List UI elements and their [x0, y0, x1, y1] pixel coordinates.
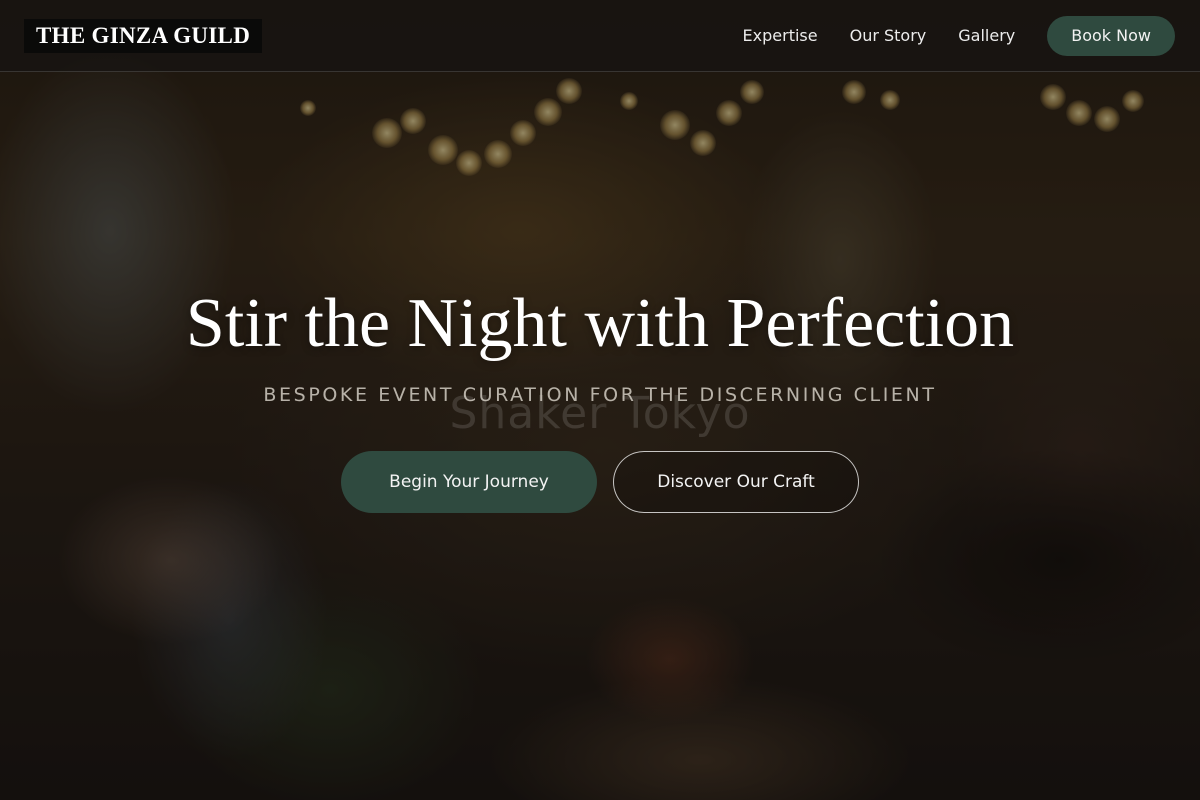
nav-link-gallery[interactable]: Gallery: [958, 16, 1015, 56]
book-now-button[interactable]: Book Now: [1047, 16, 1175, 56]
top-navbar: THE GINZA GUILD Expertise Our Story Gall…: [0, 0, 1200, 72]
hero-title: Stir the Night with Perfection: [185, 285, 1015, 362]
nav-link-expertise[interactable]: Expertise: [743, 16, 818, 56]
nav-link-our-story[interactable]: Our Story: [850, 16, 927, 56]
landing-page: Shaker Tokyo THE GINZA GUILD Expertise O…: [0, 0, 1200, 800]
nav-links: Expertise Our Story Gallery Book Now: [743, 16, 1175, 56]
begin-journey-button[interactable]: Begin Your Journey: [341, 451, 597, 513]
brand-logo[interactable]: THE GINZA GUILD: [24, 19, 263, 53]
discover-craft-button[interactable]: Discover Our Craft: [613, 451, 859, 513]
hero-actions: Begin Your Journey Discover Our Craft: [0, 451, 1200, 513]
hero-subtitle: BESPOKE EVENT CURATION FOR THE DISCERNIN…: [263, 384, 937, 406]
